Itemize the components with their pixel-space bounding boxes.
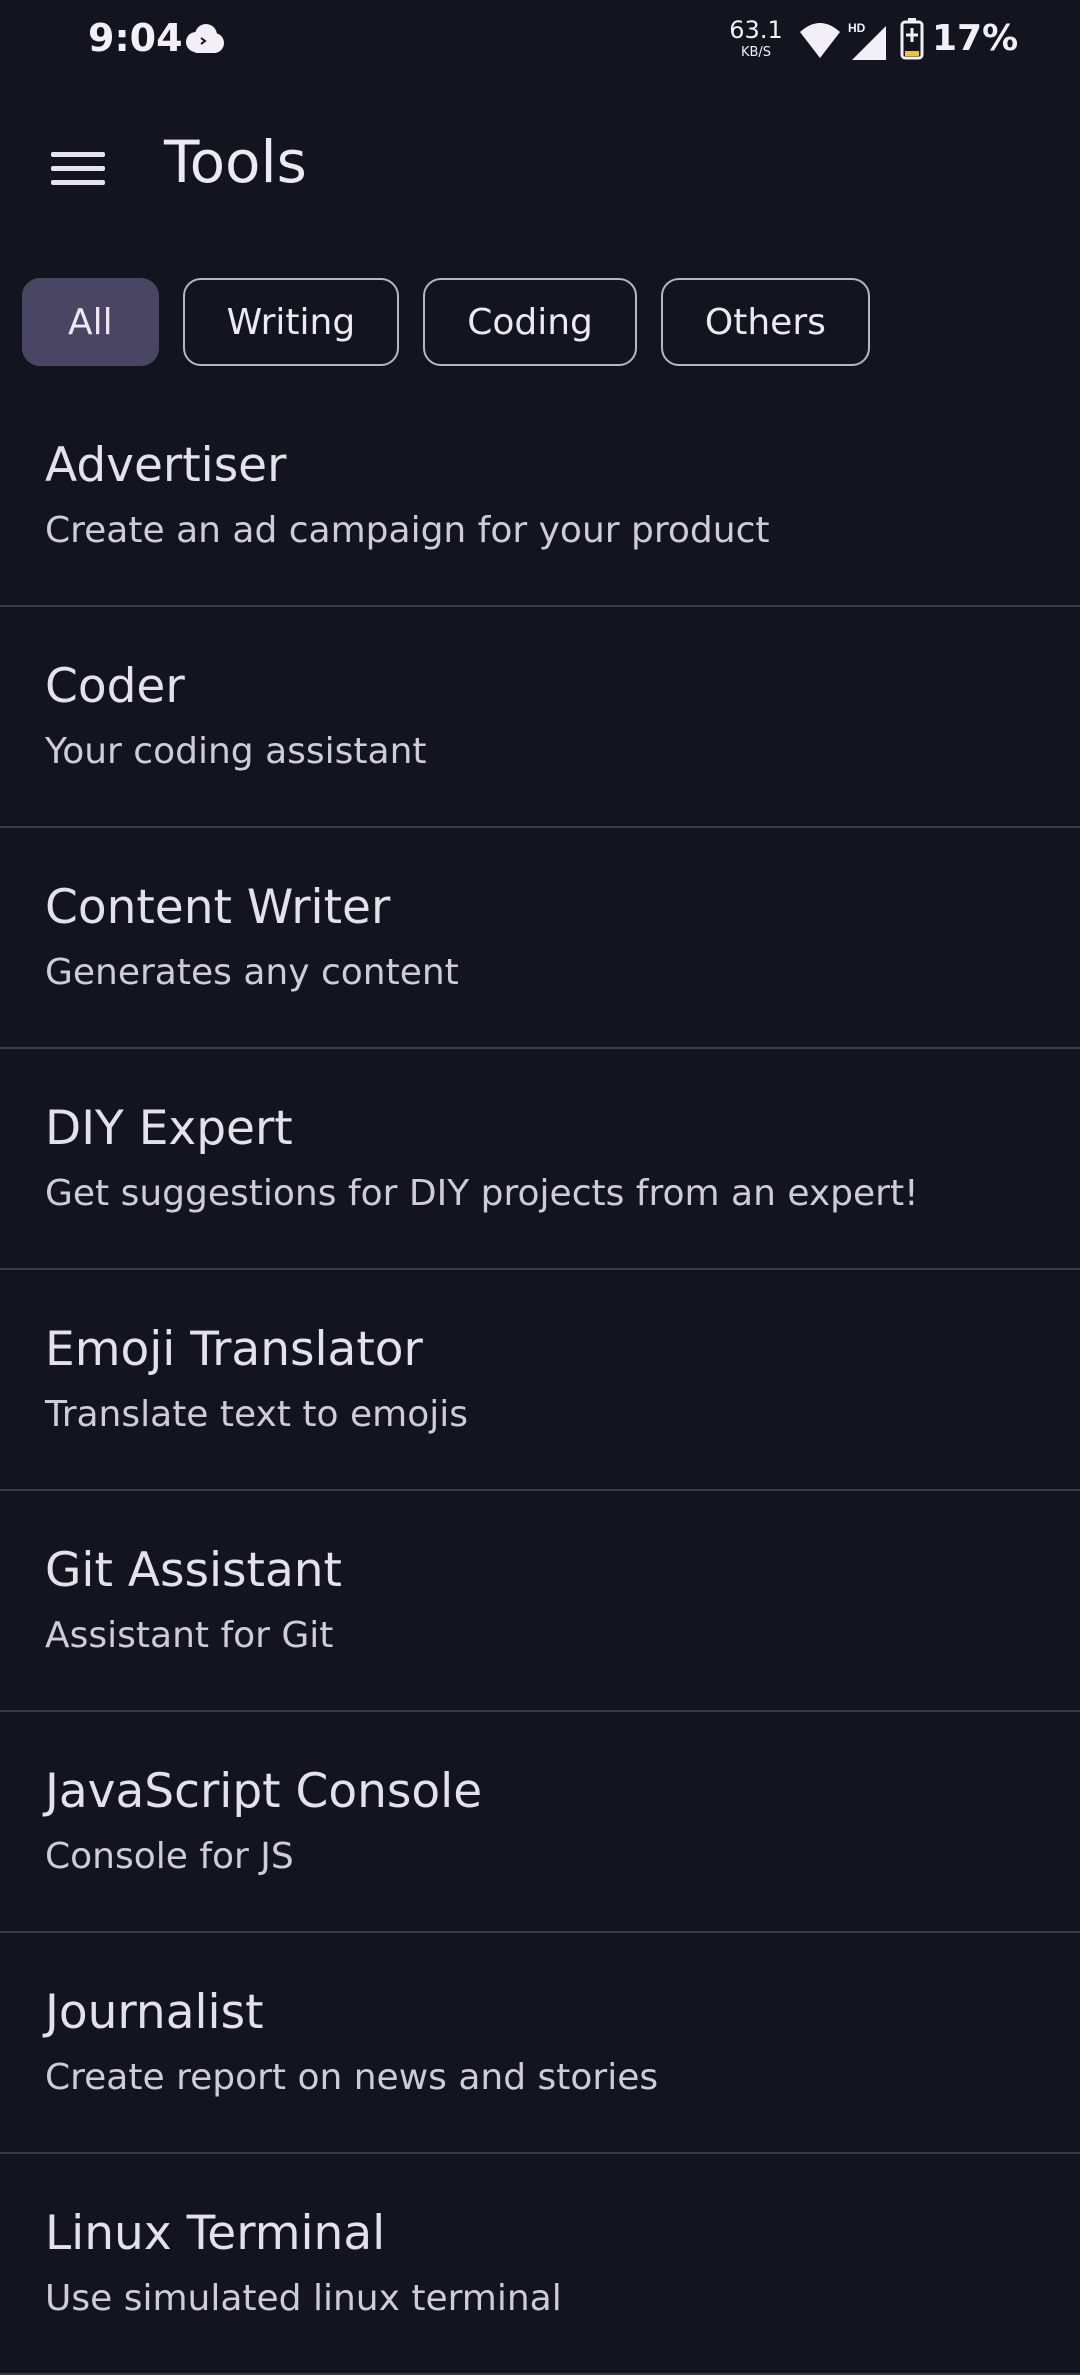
tool-name: Advertiser [45, 438, 287, 493]
tool-item-javascript-console[interactable]: JavaScript Console Console for JS [0, 1712, 1080, 1933]
tool-name: JavaScript Console [45, 1764, 483, 1819]
tool-item-emoji-translator[interactable]: Emoji Translator Translate text to emoji… [0, 1270, 1080, 1491]
filter-chip-coding[interactable]: Coding [423, 278, 637, 366]
tool-item-journalist[interactable]: Journalist Create report on news and sto… [0, 1933, 1080, 2154]
network-speed-value: 63.1 [729, 16, 783, 44]
network-speed: 63.1 KB/S [728, 18, 784, 59]
filter-chip-all[interactable]: All [22, 278, 159, 366]
tool-name: Journalist [45, 1985, 264, 2040]
top-app-bar: Tools [0, 100, 1080, 234]
tool-name: Linux Terminal [45, 2206, 386, 2261]
tool-description: Use simulated linux terminal [45, 2278, 562, 2319]
hamburger-menu-icon [51, 152, 105, 185]
battery-percentage: 17% [932, 18, 1019, 59]
tool-list: Advertiser Create an ad campaign for you… [0, 386, 1080, 2375]
tool-description: Console for JS [45, 1836, 294, 1877]
tool-item-linux-terminal[interactable]: Linux Terminal Use simulated linux termi… [0, 2154, 1080, 2375]
tool-description: Get suggestions for DIY projects from an… [45, 1173, 919, 1214]
status-time: 9:04 [88, 16, 183, 60]
tool-description: Your coding assistant [45, 731, 427, 772]
tool-name: Git Assistant [45, 1543, 342, 1598]
tool-description: Translate text to emojis [45, 1394, 468, 1435]
tool-name: DIY Expert [45, 1101, 293, 1156]
signal-icon: HD [848, 20, 892, 66]
status-bar: 9:04 63.1 KB/S HD 17% [0, 0, 1080, 82]
tool-item-coder[interactable]: Coder Your coding assistant [0, 607, 1080, 828]
wifi-icon [798, 20, 842, 64]
tool-item-diy-expert[interactable]: DIY Expert Get suggestions for DIY proje… [0, 1049, 1080, 1270]
network-speed-unit: KB/S [740, 45, 772, 60]
tool-name: Content Writer [45, 880, 391, 935]
tool-name: Emoji Translator [45, 1322, 423, 1377]
filter-chip-writing[interactable]: Writing [182, 278, 400, 366]
cloud-icon [182, 22, 226, 62]
tool-item-content-writer[interactable]: Content Writer Generates any content [0, 828, 1080, 1049]
tool-item-advertiser[interactable]: Advertiser Create an ad campaign for you… [0, 386, 1080, 607]
filter-chip-others[interactable]: Others [660, 278, 870, 366]
filter-chips: All Writing Coding Others [22, 278, 870, 366]
tool-name: Coder [45, 659, 185, 714]
menu-button[interactable] [28, 120, 128, 216]
battery-charging-icon [900, 18, 924, 64]
tool-description: Assistant for Git [45, 1615, 334, 1656]
tool-description: Generates any content [45, 952, 459, 993]
page-title: Tools [164, 128, 307, 196]
network-badge: HD [848, 21, 866, 35]
tool-description: Create an ad campaign for your product [45, 510, 770, 551]
tool-description: Create report on news and stories [45, 2057, 659, 2098]
tool-item-git-assistant[interactable]: Git Assistant Assistant for Git [0, 1491, 1080, 1712]
